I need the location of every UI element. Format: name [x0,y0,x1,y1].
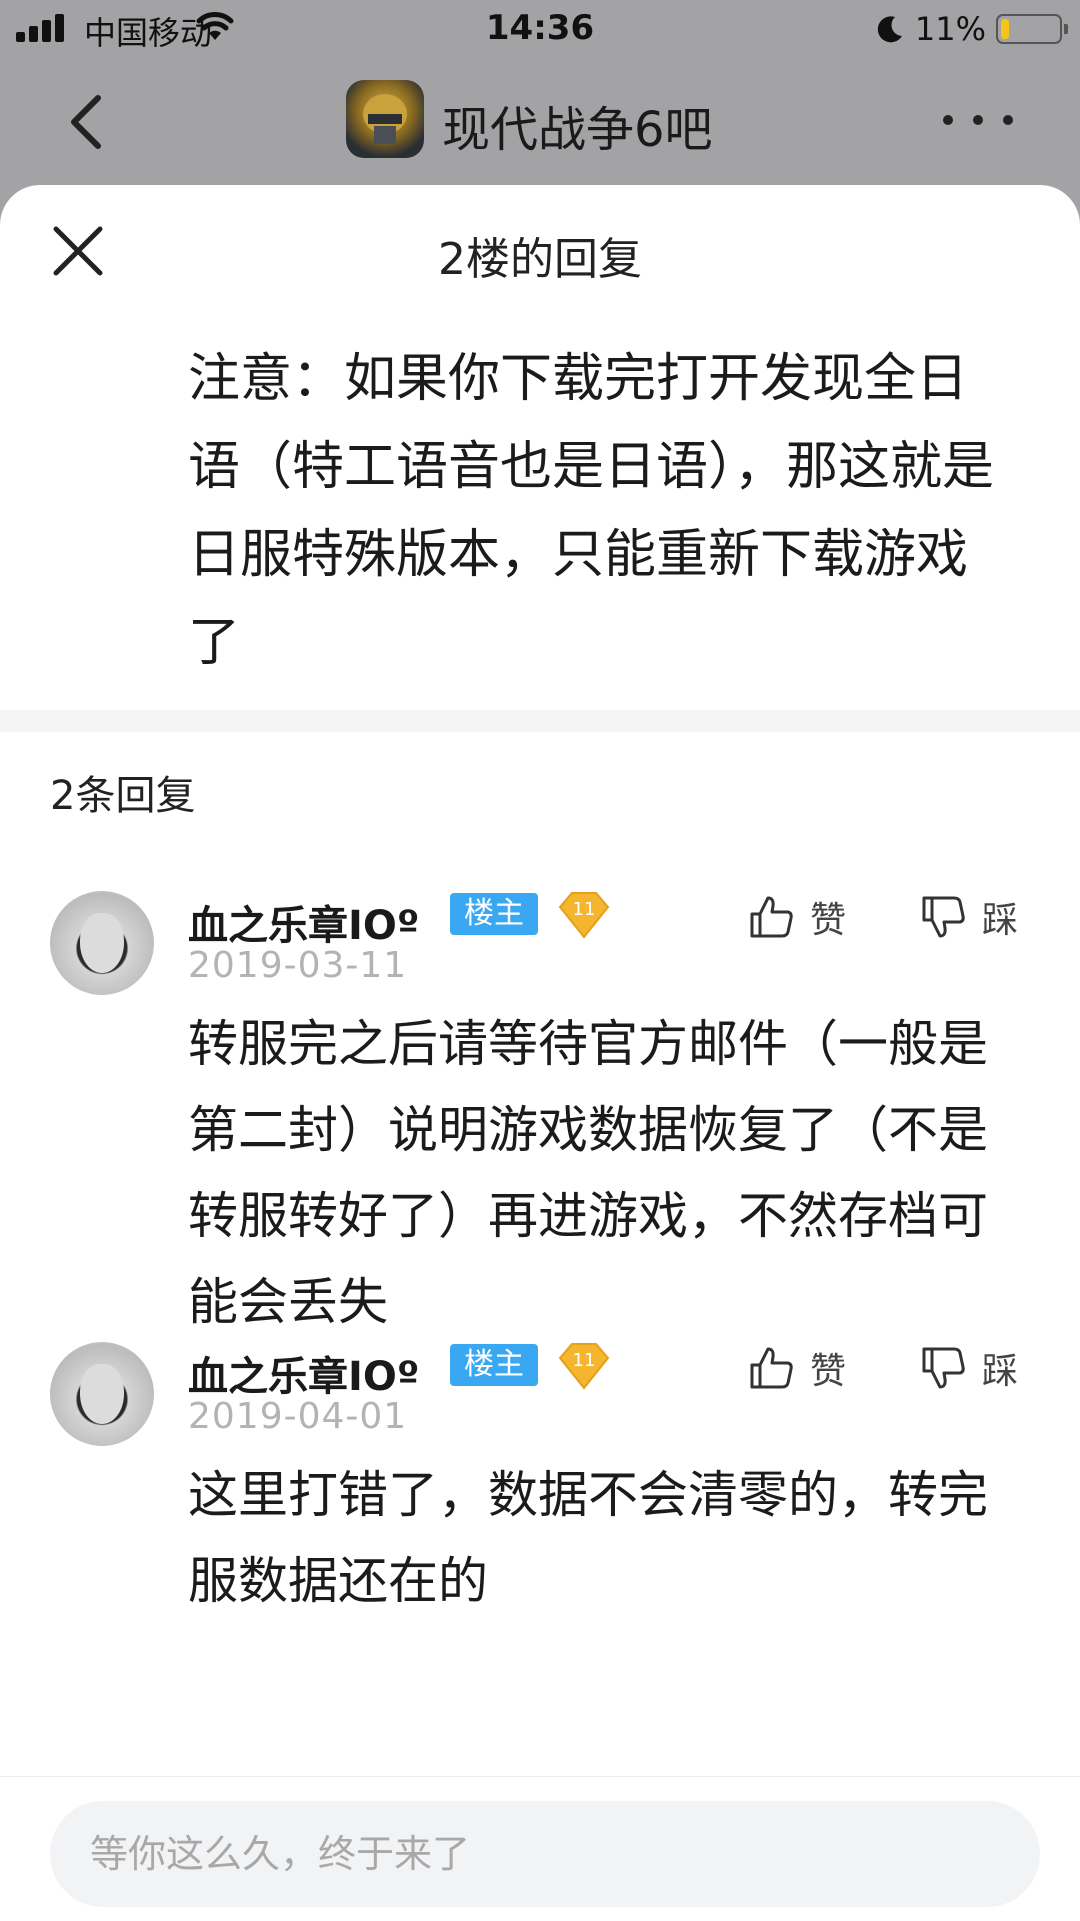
like-button[interactable]: 赞 [748,891,846,943]
reply-text: 转服完之后请等待官方邮件（一般是第二封）说明游戏数据恢复了（不是转服转好了）再进… [188,1015,988,1331]
thumbs-down-icon [922,1347,965,1389]
section-divider [0,710,1080,732]
battery-icon [996,14,1068,44]
dislike-label: 踩 [982,1351,1019,1392]
reply-date: 2019-03-11 [188,945,408,986]
level-badge-icon: 11 [558,1343,610,1390]
more-options-icon[interactable] [930,100,1030,140]
nav-bar: 现代战争6吧 [0,60,1080,185]
soldier-helmet-icon [363,94,407,144]
op-badge: 楼主 [450,1344,538,1386]
reply-input[interactable] [50,1801,1040,1907]
dislike-label: 踩 [982,900,1019,941]
moon-icon [877,16,902,43]
reply-date: 2019-04-01 [188,1396,408,1437]
floor-post-text: 注意：如果你下载完打开发现全日语（特工语音也是日语），那这就是日服特殊版本，只能… [188,349,995,673]
back-chevron-icon[interactable] [60,90,120,154]
like-button[interactable]: 赞 [748,1342,846,1394]
reply-username[interactable]: 血之乐章IOº [188,893,419,951]
svg-text:11: 11 [573,899,596,920]
reply-sheet: 2楼的回复 注意：如果你下载完打开发现全日语（特工语音也是日语），那这就是日服特… [0,185,1080,1921]
like-label: 赞 [810,1351,847,1392]
dislike-button[interactable]: 踩 [920,1342,1018,1394]
status-right: 11% [875,10,1068,48]
forum-avatar[interactable] [346,80,424,158]
reply-text: 这里打错了，数据不会清零的，转完服数据还在的 [188,1466,988,1610]
sheet-title: 2楼的回复 [438,234,642,285]
svg-text:11: 11 [573,1350,596,1371]
reply-username[interactable]: 血之乐章IOº [188,1344,419,1402]
thumbs-down-icon [922,896,965,938]
forum-title[interactable]: 现代战争6吧 [442,90,713,160]
battery-percent: 11% [914,10,986,48]
thumbs-up-icon [750,896,793,938]
reply-count: 2条回复 [50,773,196,819]
dislike-button[interactable]: 踩 [920,891,1018,943]
reply-input-bar [0,1776,1080,1921]
status-bar: 中国移动 14:36 11% [0,0,1080,60]
avatar[interactable] [50,1342,154,1446]
op-badge: 楼主 [450,893,538,935]
thumbs-up-icon [750,1347,793,1389]
avatar[interactable] [50,891,154,995]
level-badge-icon: 11 [558,892,610,939]
like-label: 赞 [810,900,847,941]
